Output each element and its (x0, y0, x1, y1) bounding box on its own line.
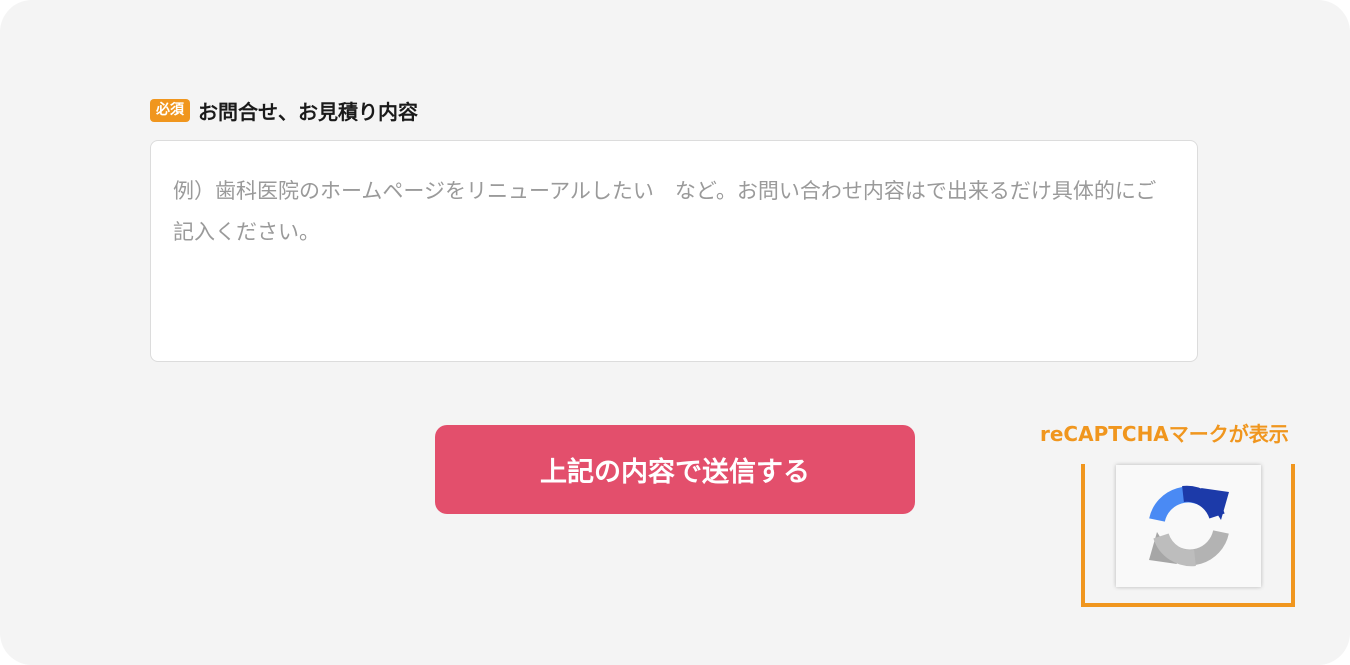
required-badge: 必須 (150, 99, 190, 122)
recaptcha-note: reCAPTCHAマークが表示 (1040, 422, 1289, 446)
recaptcha-icon (1148, 485, 1229, 567)
form-panel: 必須 お問合せ、お見積り内容 上記の内容で送信する reCAPTCHAマークが表… (0, 0, 1350, 665)
field-label: 必須 お問合せ、お見積り内容 (150, 96, 418, 125)
inquiry-textarea[interactable] (150, 140, 1198, 362)
inquiry-label: お問合せ、お見積り内容 (198, 100, 418, 124)
submit-button[interactable]: 上記の内容で送信する (435, 425, 915, 514)
recaptcha-badge[interactable] (1116, 465, 1261, 587)
